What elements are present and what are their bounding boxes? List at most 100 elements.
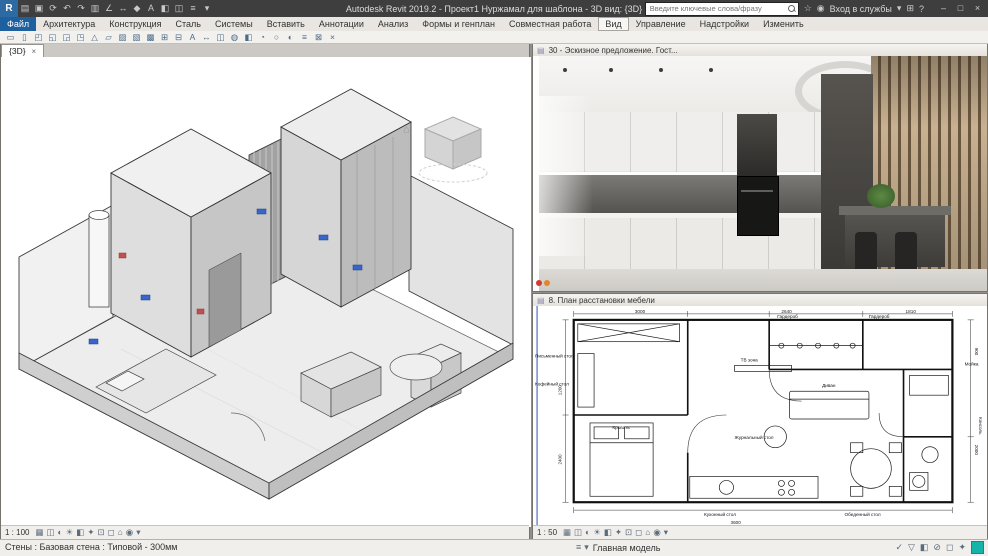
viewcube-home-icon[interactable]: ⌂ [403,124,410,136]
drag-on-selection-icon[interactable]: ✦ [958,542,966,553]
ribbon-tab-1[interactable]: Файл [0,17,37,31]
text-tool-icon[interactable]: A [186,31,199,43]
callout-tool-icon[interactable]: ◍ [228,31,241,43]
ribbon-tab-6[interactable]: Вставить [260,17,312,31]
component-tool-icon[interactable]: ◲ [60,31,73,43]
search-input[interactable] [647,3,787,14]
model-caret-icon[interactable]: ▾ [584,542,589,553]
dimension-tool-icon[interactable]: ↔ [200,31,213,43]
roof-tool-icon[interactable]: △ [88,31,101,43]
undo-icon[interactable]: ↶ [60,0,74,17]
signin-label[interactable]: Вход в службы [830,4,892,14]
plan-scale-icon[interactable]: ▦ [563,526,571,539]
ribbon-tab-10[interactable]: Совместная работа [502,17,598,31]
aligned-dimension-icon[interactable]: ↔ [116,0,130,17]
view3d-show-crop-icon[interactable]: ◻ [108,526,115,539]
walkthrough-tool-icon[interactable]: ○ [270,31,283,43]
visibility-tool-icon[interactable]: ◐ [284,31,297,43]
wall-tool-icon[interactable]: ▯ [18,31,31,43]
room-tag-tool-icon[interactable]: ⊟ [172,31,185,43]
plan-more-icon[interactable]: ▾ [664,526,668,539]
plan-shadows-icon[interactable]: ◧ [604,526,612,539]
ribbon-tab-13[interactable]: Надстройки [693,17,756,31]
plan-sun-path-icon[interactable]: ☀ [593,526,601,539]
filter-icon[interactable]: ▽ [908,542,915,553]
plan-visual-style-icon[interactable]: ◐ [585,526,590,539]
plan-scale-label[interactable]: 1 : 50 [537,528,557,537]
select-by-face-icon[interactable]: ◻ [946,542,953,553]
plan-canvas[interactable]: Гардероб Гардероб Письменный стол Кофейный … [533,306,987,526]
ribbon-tab-3[interactable]: Конструкция [102,17,168,31]
switch-windows-tool-icon[interactable]: ⊠ [312,31,325,43]
help-icon[interactable]: ? [919,4,924,14]
ribbon-tab-4[interactable]: Сталь [169,17,208,31]
tag-icon[interactable]: ◆ [130,0,144,17]
stairs-tool-icon[interactable]: ▧ [130,31,143,43]
ceiling-tool-icon[interactable]: ▱ [102,31,115,43]
plan-isolate-icon[interactable]: ◉ [653,526,660,539]
camera-tool-icon[interactable]: ◔ [256,31,269,43]
plan-crop-view-icon[interactable]: ⊡ [625,526,632,539]
selection-toggle-icon[interactable] [971,541,984,554]
3d-canvas[interactable]: ⌂ [1,57,531,527]
plan-show-crop-icon[interactable]: ◻ [635,526,642,539]
star-icon[interactable]: ☆ [804,3,812,14]
editable-only-icon[interactable]: ✓ [895,542,903,553]
room-tool-icon[interactable]: ⊞ [158,31,171,43]
railing-tool-icon[interactable]: ▩ [144,31,157,43]
thin-lines-tool-icon[interactable]: ≡ [298,31,311,43]
select-pinned-icon[interactable]: ⊘ [933,542,941,553]
save-icon[interactable]: ▣ [32,0,46,17]
modify-tool-icon[interactable]: ▭ [4,31,17,43]
redo-icon[interactable]: ↷ [74,0,88,17]
close-button[interactable]: × [969,0,986,17]
thin-lines-icon[interactable]: ≡ [186,0,200,17]
maximize-button[interactable]: □ [952,0,969,17]
view3d-render-icon[interactable]: ✦ [87,526,94,539]
plan-unlock-view-icon[interactable]: ⌂ [645,526,650,539]
view3d-detail-level-icon[interactable]: ◫ [47,526,55,539]
worksets-icon[interactable]: ≡ [576,542,581,553]
app-menu-button[interactable]: R [0,0,18,17]
view3d-sun-path-icon[interactable]: ☀ [66,526,74,539]
signin-caret-icon[interactable]: ▾ [897,3,902,14]
render-canvas[interactable] [533,56,987,291]
measure-icon[interactable]: ∠ [102,0,116,17]
sync-icon[interactable]: ⟳ [46,0,60,17]
window-tool-icon[interactable]: ◱ [46,31,59,43]
ribbon-tab-14[interactable]: Изменить [756,17,811,31]
view3d-visual-style-icon[interactable]: ◐ [58,526,63,539]
ribbon-tab-9[interactable]: Формы и генплан [415,17,502,31]
view3d-shadows-icon[interactable]: ◧ [76,526,84,539]
open-file-icon[interactable]: ▤ [18,0,32,17]
ribbon-tab-5[interactable]: Системы [208,17,260,31]
section-tool-icon[interactable]: ◫ [214,31,227,43]
ribbon-tab-11[interactable]: Вид [598,17,629,31]
view3d-scale-icon[interactable]: ▦ [35,526,43,539]
close-view-icon[interactable]: × [32,47,37,56]
minimize-button[interactable]: – [935,0,952,17]
view3d-unlock-view-icon[interactable]: ⌂ [118,526,123,539]
statusbar-model-label[interactable]: Главная модель [593,543,661,553]
plan-detail-level-icon[interactable]: ◫ [574,526,582,539]
default-3d-view-icon[interactable]: ◧ [158,0,172,17]
search-icon[interactable] [787,4,796,13]
column-tool-icon[interactable]: ◳ [74,31,87,43]
print-icon[interactable]: ▥ [88,0,102,17]
ribbon-tab-2[interactable]: Архитектура [36,17,102,31]
plan-render-icon[interactable]: ✦ [615,526,622,539]
customize-qat-icon[interactable]: ▾ [200,0,214,17]
section-icon[interactable]: ◫ [172,0,186,17]
view3d-crop-view-icon[interactable]: ⊡ [97,526,104,539]
view3d-more-icon[interactable]: ▾ [136,526,140,539]
select-links-icon[interactable]: ◧ [920,542,929,553]
ribbon-tab-7[interactable]: Аннотации [312,17,371,31]
cart-icon[interactable]: ⊞ [906,3,914,14]
floor-tool-icon[interactable]: ▨ [116,31,129,43]
view3d-scale-label[interactable]: 1 : 100 [5,528,29,537]
close-hidden-tool-icon[interactable]: × [326,31,339,43]
text-icon[interactable]: A [144,0,158,17]
door-tool-icon[interactable]: ◰ [32,31,45,43]
view-tab-3d[interactable]: {3D} × [1,44,45,57]
view3d-isolate-icon[interactable]: ◉ [126,526,133,539]
